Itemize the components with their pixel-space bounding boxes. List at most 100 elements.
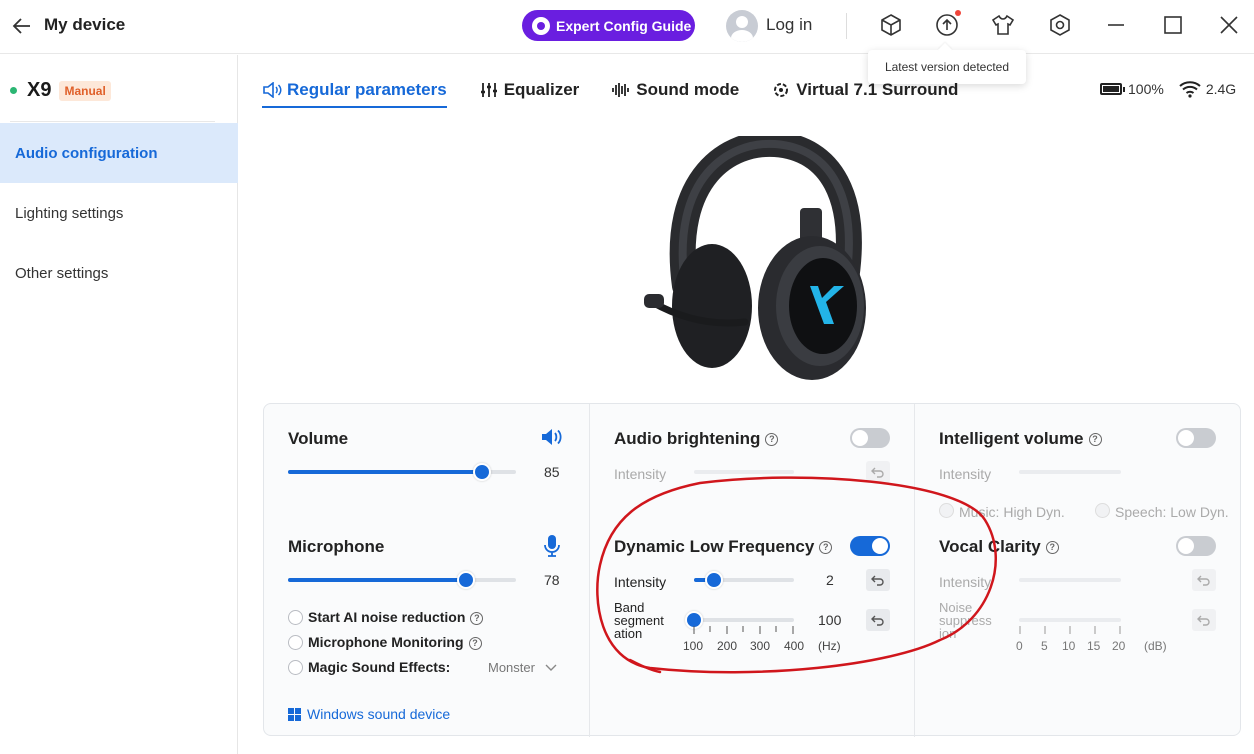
- iv-intensity-label: Intensity: [939, 466, 992, 482]
- magic-sound-select[interactable]: Monster: [488, 660, 557, 675]
- vc-noise-reset-button[interactable]: [1192, 609, 1216, 631]
- dlf-intensity-slider[interactable]: [694, 571, 794, 589]
- dlf-band-slider[interactable]: [685, 611, 794, 629]
- windows-sound-device-link[interactable]: Windows sound device: [288, 706, 450, 722]
- speaker-icon: [263, 82, 282, 98]
- vc-intensity-slider[interactable]: [1019, 578, 1121, 582]
- tab-regular-parameters[interactable]: Regular parameters: [262, 78, 447, 108]
- page-title: My device: [44, 15, 126, 34]
- band-tick: 400: [784, 639, 805, 653]
- sidebar-item-other-settings[interactable]: Other settings: [0, 243, 238, 303]
- tab-label: Sound mode: [636, 80, 740, 99]
- volume-value: 85: [544, 464, 560, 480]
- help-icon[interactable]: ?: [819, 541, 833, 555]
- dlf-band-value: 100: [818, 612, 842, 628]
- microphone-slider-handle[interactable]: [456, 571, 475, 589]
- audio-brightening-toggle[interactable]: [850, 428, 890, 448]
- ai-noise-reduction-checkbox[interactable]: [288, 610, 303, 625]
- intelligent-volume-title: Intelligent volume?: [939, 429, 1102, 449]
- microphone-slider[interactable]: [288, 571, 516, 589]
- vc-noise-label: Noise suppress ion: [939, 600, 992, 641]
- tab-sound-mode[interactable]: Sound mode: [611, 78, 739, 102]
- sidebar-item-audio-configuration[interactable]: Audio configuration: [0, 123, 238, 183]
- volume-slider[interactable]: [288, 463, 516, 481]
- divider: [914, 404, 915, 737]
- vc-noise-scale: [1019, 626, 1121, 634]
- noise-tick: 15: [1087, 639, 1101, 653]
- settings-panel: [263, 403, 1241, 737]
- minimize-icon[interactable]: [1103, 12, 1129, 38]
- settings-hex-icon[interactable]: [1047, 12, 1073, 38]
- divider: [589, 404, 590, 737]
- wifi-icon: [1179, 81, 1201, 98]
- vc-intensity-reset-button[interactable]: [1192, 569, 1216, 591]
- avatar[interactable]: [726, 10, 758, 42]
- sidebar-item-lighting-settings[interactable]: Lighting settings: [0, 183, 238, 243]
- microphone-icon[interactable]: [544, 534, 560, 558]
- speech-mode-radio[interactable]: [1095, 503, 1110, 518]
- audio-brightening-intensity-label: Intensity: [614, 466, 667, 482]
- vc-noise-slider[interactable]: [1019, 618, 1121, 622]
- dlf-band-reset-button[interactable]: [866, 609, 890, 631]
- headset-image: [644, 136, 866, 380]
- dlf-intensity-reset-button[interactable]: [866, 569, 890, 591]
- login-link[interactable]: Log in: [766, 15, 812, 35]
- back-arrow-icon[interactable]: [10, 14, 34, 38]
- windows-link-label: Windows sound device: [307, 706, 451, 722]
- tab-label: Equalizer: [503, 80, 580, 99]
- guide-label: Expert Config Guide: [556, 17, 692, 34]
- audio-brightening-reset-button[interactable]: [866, 461, 890, 483]
- mic-monitoring-label: Microphone Monitoring?: [308, 634, 482, 650]
- dlf-band-label: Band segment ation: [614, 600, 664, 641]
- cube-icon[interactable]: [878, 12, 904, 38]
- device-header: X9 Manual: [10, 79, 111, 102]
- chevron-down-icon: [545, 664, 557, 671]
- tab-equalizer[interactable]: Equalizer: [479, 78, 580, 102]
- dynamic-low-frequency-toggle[interactable]: [850, 536, 890, 556]
- vocal-clarity-toggle[interactable]: [1176, 536, 1216, 556]
- tab-bar: Regular parameters Equalizer Sound mode …: [262, 78, 990, 108]
- upgrade-icon[interactable]: [934, 12, 960, 38]
- music-mode-radio[interactable]: [939, 503, 954, 518]
- microphone-value: 78: [544, 572, 560, 588]
- volume-slider-handle[interactable]: [472, 463, 491, 481]
- noise-tick: 5: [1041, 639, 1048, 653]
- battery-level: 100%: [1128, 81, 1164, 97]
- ai-noise-reduction-label: Start AI noise reduction?: [308, 609, 484, 625]
- iv-intensity-slider[interactable]: [1019, 470, 1121, 474]
- divider: [846, 13, 847, 39]
- magic-sound-checkbox[interactable]: [288, 660, 303, 675]
- tab-virtual-surround[interactable]: Virtual 7.1 Surround: [771, 78, 958, 102]
- close-icon[interactable]: [1216, 12, 1242, 38]
- volume-fill: [288, 470, 482, 474]
- dlf-intensity-handle[interactable]: [705, 571, 723, 589]
- device-name: X9: [27, 79, 52, 101]
- band-unit: (Hz): [818, 639, 841, 653]
- speaker-volume-icon[interactable]: [541, 428, 563, 446]
- band-tick: 100: [683, 639, 704, 653]
- expert-config-guide-button[interactable]: Expert Config Guide: [522, 10, 695, 41]
- help-icon[interactable]: ?: [468, 636, 482, 650]
- mic-monitoring-checkbox[interactable]: [288, 635, 303, 650]
- noise-tick: 10: [1062, 639, 1076, 653]
- shirt-icon[interactable]: [990, 12, 1016, 38]
- help-icon[interactable]: ?: [1045, 541, 1059, 555]
- equalizer-icon: [480, 83, 497, 97]
- audio-brightening-slider[interactable]: [694, 470, 794, 474]
- music-mode-label: Music: High Dyn.: [959, 504, 1065, 520]
- help-icon[interactable]: ?: [1088, 433, 1102, 447]
- maximize-icon[interactable]: [1160, 12, 1186, 38]
- device-badge: Manual: [59, 80, 111, 101]
- speech-mode-label: Speech: Low Dyn.: [1115, 504, 1229, 520]
- sound-wave-icon: [612, 83, 630, 97]
- dynamic-low-frequency-title: Dynamic Low Frequency?: [614, 537, 833, 557]
- noise-tick: 20: [1112, 639, 1126, 653]
- help-icon[interactable]: ?: [470, 611, 484, 625]
- band-tick: 300: [750, 639, 771, 653]
- volume-title: Volume: [288, 429, 349, 448]
- intelligent-volume-toggle[interactable]: [1176, 428, 1216, 448]
- noise-tick: 0: [1016, 639, 1023, 653]
- wireless-mode: 2.4G: [1205, 81, 1237, 97]
- help-icon[interactable]: ?: [765, 433, 779, 447]
- windows-logo-icon: [288, 707, 301, 721]
